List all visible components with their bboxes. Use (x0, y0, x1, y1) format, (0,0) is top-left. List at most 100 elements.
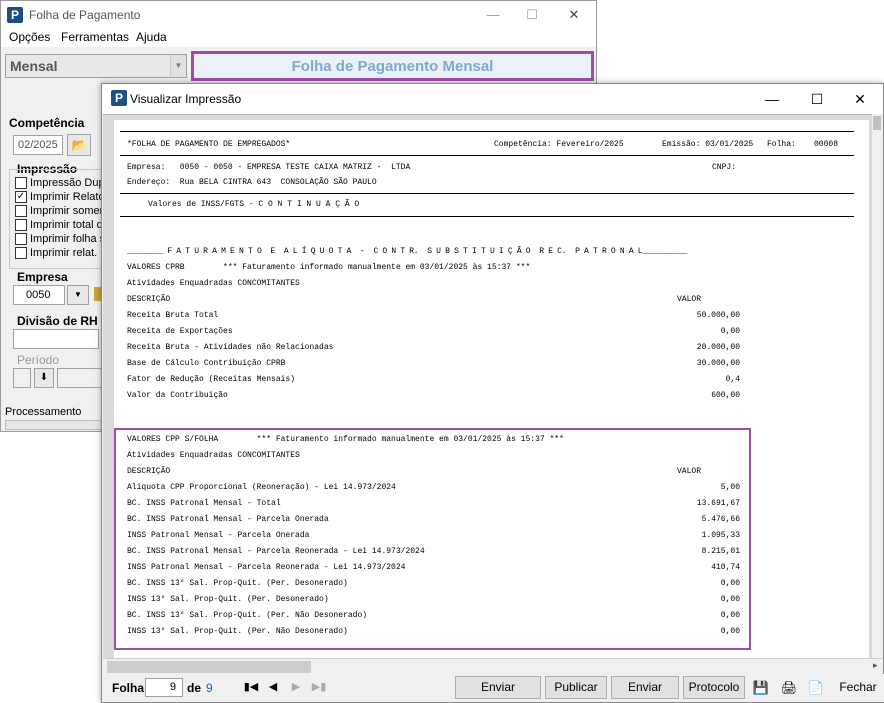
cpp-row-desc: INSS 13° Sal. Prop-Quit. (Per. Não Deson… (127, 627, 348, 636)
scroll-right-icon[interactable]: ▸ (873, 660, 878, 671)
first-page-icon[interactable]: ▮◀ (241, 678, 261, 697)
menubar: Opções Ferramentas Ajuda (1, 29, 596, 47)
menu-ferramentas[interactable]: Ferramentas (61, 30, 129, 44)
horizontal-scrollbar[interactable]: ▸ (103, 658, 882, 674)
publicar-button[interactable]: Publicar (545, 676, 607, 699)
report-rule-2 (120, 155, 854, 156)
cprb-row-desc: Fator de Redução (Receitas Mensais) (127, 375, 296, 384)
divisao-input[interactable] (13, 329, 99, 349)
option-checkbox-0[interactable] (15, 177, 27, 189)
report-empresa: Empresa: 0050 - 0050 - EMPRESA TESTE CAI… (127, 163, 411, 172)
cpp-row-desc: BC. INSS 13° Sal. Prop-Quit. (Per. Deson… (127, 579, 348, 588)
cpp-row-desc: INSS 13° Sal. Prop-Quit. (Per. Desonerad… (127, 595, 329, 604)
cpp-row-desc: BC. INSS Patronal Mensal - Total (127, 499, 281, 508)
menu-opcoes[interactable]: Opções (9, 30, 50, 44)
cprb-title: VALORES CPRB *** Faturamento informado m… (127, 263, 531, 272)
processamento-label: Processamento (5, 406, 82, 418)
maximize-icon[interactable]: ☐ (802, 89, 832, 109)
report-section-title: ________ F A T U R A M E N T O E A L Í Q… (127, 247, 688, 256)
option-checkbox-3[interactable] (15, 219, 27, 231)
fechar-button[interactable]: Fechar (834, 676, 882, 699)
cprb-row-desc: Receita de Exportações (127, 327, 233, 336)
cpp-row-val: 0,00 (720, 595, 740, 604)
horizontal-scroll-thumb[interactable] (107, 661, 311, 673)
periodo-label: Período (17, 353, 60, 367)
empresa-input[interactable]: 0050 (13, 285, 65, 305)
chevron-down-icon[interactable]: ▼ (170, 55, 186, 77)
option-label-3: Imprimir total de (30, 219, 109, 231)
report-rule-4 (120, 216, 854, 217)
report-header-title: *FOLHA DE PAGAMENTO DE EMPREGADOS* (127, 140, 291, 149)
cprb-row-val: 600,00 (711, 391, 740, 400)
cpp-row-val: 0,00 (720, 627, 740, 636)
report-valores-inss: Valores de INSS/FGTS - C O N T I N U A Ç… (148, 200, 360, 209)
cprb-row-desc: Valor da Contribuição (127, 391, 228, 400)
progress-bar (5, 420, 103, 430)
cprb-row-val: 0,00 (720, 327, 740, 336)
periodo-input[interactable] (13, 368, 31, 388)
vertical-scrollbar[interactable] (872, 114, 882, 658)
cpp-desc-header: DESCRIÇÃO (127, 467, 171, 476)
cprb-val-header: VALOR (677, 295, 702, 304)
minimize-icon[interactable]: — (479, 5, 507, 25)
cprb-row-desc: Receita Bruta - Atividades não Relaciona… (127, 343, 334, 352)
page-banner: Folha de Pagamento Mensal (191, 51, 594, 81)
cprb-row-desc: Base de Cálculo Contribuição CPRB (127, 359, 286, 368)
page-input[interactable]: 9 (145, 678, 183, 697)
cpp-row-val: 410,74 (711, 563, 740, 572)
option-checkbox-4[interactable] (15, 233, 27, 245)
cpp-row-val: 5.476,66 (701, 515, 740, 524)
minimize-icon[interactable]: — (757, 89, 787, 109)
cpp-row-desc: BC. INSS Patronal Mensal - Parcela Onera… (127, 515, 329, 524)
report-endereco: Endereço: Rua BELA CINTRA 643 CONSOLAÇÃO… (127, 178, 377, 187)
preview-toolbar: Folha 9 de 9 ▮◀ ◀ ▶ ▶▮ Enviar eContador … (103, 674, 884, 703)
enviar-econtador-button[interactable]: Enviar eContador (455, 676, 541, 703)
cpp-row-val: 0,00 (720, 611, 740, 620)
divisao-label: Divisão de RH (17, 314, 98, 328)
close-icon[interactable]: ✕ (845, 89, 875, 109)
app-logo-icon: P (7, 7, 23, 23)
competencia-input[interactable]: 02/2025 (13, 135, 63, 155)
mode-select[interactable]: Mensal ▼ (5, 54, 187, 78)
document-icon[interactable]: 📄 (804, 676, 828, 699)
cprb-row-val: 20.000,00 (696, 343, 740, 352)
empresa-dropdown-icon[interactable]: ▼ (67, 285, 89, 305)
main-titlebar: P Folha de Pagamento — ☐ ✕ (1, 1, 596, 29)
preview-window-title: Visualizar Impressão (130, 92, 242, 106)
cpp-val-header: VALOR (677, 467, 702, 476)
report-cnpj: CNPJ: (712, 163, 737, 172)
report-emissao: Emissão: 03/01/2025 (662, 140, 754, 149)
option-checkbox-1[interactable]: ✓ (15, 191, 27, 203)
menu-ajuda[interactable]: Ajuda (136, 30, 167, 44)
previous-page-icon[interactable]: ◀ (263, 678, 283, 697)
save-icon[interactable]: 💾 (749, 676, 773, 699)
protocolo-button[interactable]: Protocolo (683, 676, 745, 699)
cpp-subtitle: Atividades Enquadradas CONCOMITANTES (127, 451, 300, 460)
app-logo-icon: P (111, 90, 127, 106)
vertical-scroll-thumb[interactable] (873, 116, 881, 130)
cprb-row-val: 50.000,00 (696, 311, 740, 320)
option-checkbox-5[interactable] (15, 247, 27, 259)
report-folha-number: 00008 (814, 140, 839, 149)
cpp-title: VALORES CPP S/FOLHA *** Faturamento info… (127, 435, 564, 444)
report-rule-3 (120, 193, 854, 194)
option-label-2: Imprimir soment (30, 205, 109, 217)
download-icon[interactable]: ⬇ (34, 368, 54, 388)
printer-icon[interactable]: 🖨 (777, 676, 801, 699)
enviar-email-button[interactable]: Enviar Email (611, 676, 679, 703)
option-checkbox-2[interactable] (15, 205, 27, 217)
folder-open-icon[interactable]: 📂 (67, 134, 91, 156)
next-page-icon[interactable]: ▶ (286, 678, 306, 697)
report-folha-label: Folha: (767, 140, 796, 149)
competencia-value: 02/2025 (18, 139, 58, 151)
folha-label: Folha (112, 681, 144, 695)
close-icon[interactable]: ✕ (560, 5, 588, 25)
cpp-row-val: 0,00 (720, 579, 740, 588)
cprb-row-desc: Receita Bruta Total (127, 311, 219, 320)
cpp-row-val: 8.215,01 (701, 547, 740, 556)
competencia-label: Competência (9, 116, 85, 130)
last-page-icon[interactable]: ▶▮ (309, 678, 329, 697)
periodo-field-2[interactable] (57, 368, 103, 388)
maximize-icon[interactable]: ☐ (518, 5, 546, 25)
cprb-row-val: 0,4 (725, 375, 740, 384)
